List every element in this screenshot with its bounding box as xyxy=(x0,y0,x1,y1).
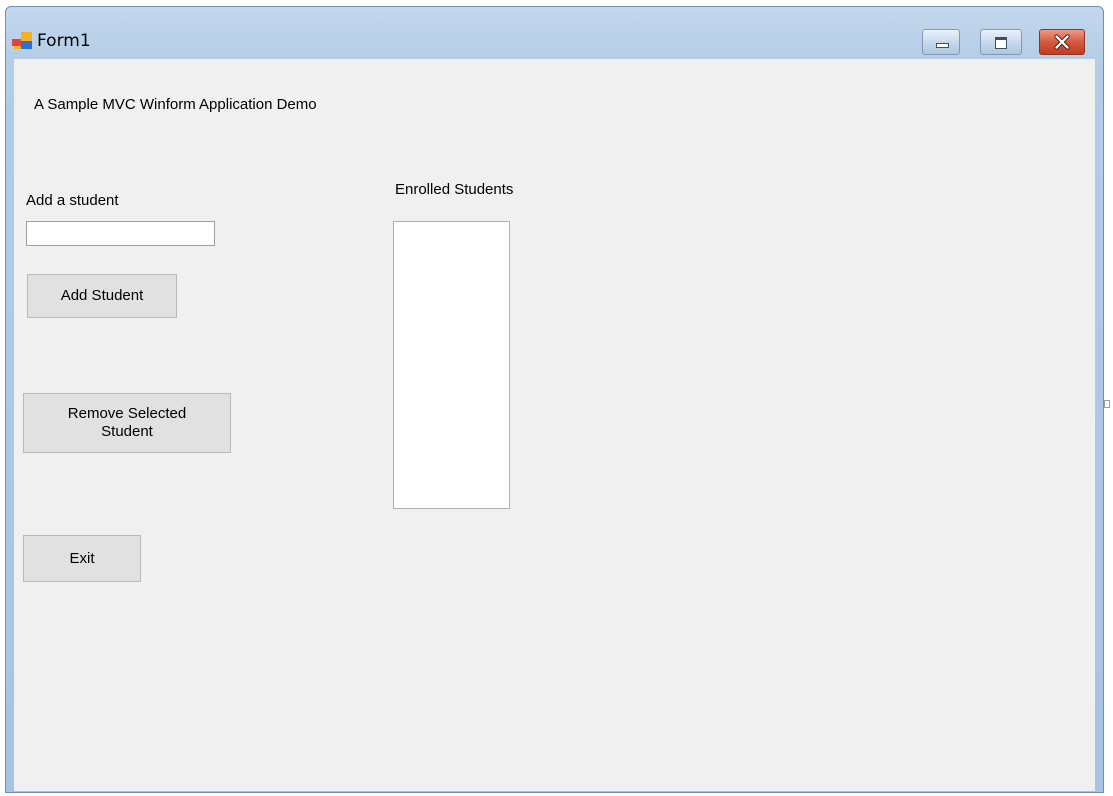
minimize-button[interactable] xyxy=(922,29,960,55)
close-icon xyxy=(1054,34,1070,50)
add-student-label: Add a student xyxy=(26,192,119,209)
app-form-icon xyxy=(12,32,32,49)
app-window: Form1 A Sample MVC Winform Application D… xyxy=(5,6,1104,793)
window-title: Form1 xyxy=(37,31,91,51)
minimize-icon xyxy=(936,43,949,48)
title-bar[interactable]: Form1 xyxy=(6,7,1103,59)
remove-button-label-line2: Student xyxy=(101,423,153,440)
resize-grip[interactable] xyxy=(1104,400,1110,408)
close-button[interactable] xyxy=(1039,29,1085,55)
student-name-input[interactable] xyxy=(26,221,215,246)
maximize-icon xyxy=(995,37,1007,49)
add-student-button[interactable]: Add Student xyxy=(27,274,177,318)
maximize-button[interactable] xyxy=(980,29,1022,55)
header-label: A Sample MVC Winform Application Demo xyxy=(34,96,317,113)
remove-selected-student-button[interactable]: Remove Selected Student xyxy=(23,393,231,453)
remove-button-label-line1: Remove Selected xyxy=(67,405,187,422)
enrolled-students-listbox[interactable] xyxy=(393,221,510,509)
form-client-area: A Sample MVC Winform Application Demo Ad… xyxy=(14,59,1095,791)
exit-button[interactable]: Exit xyxy=(23,535,141,582)
enrolled-students-label: Enrolled Students xyxy=(395,181,514,198)
